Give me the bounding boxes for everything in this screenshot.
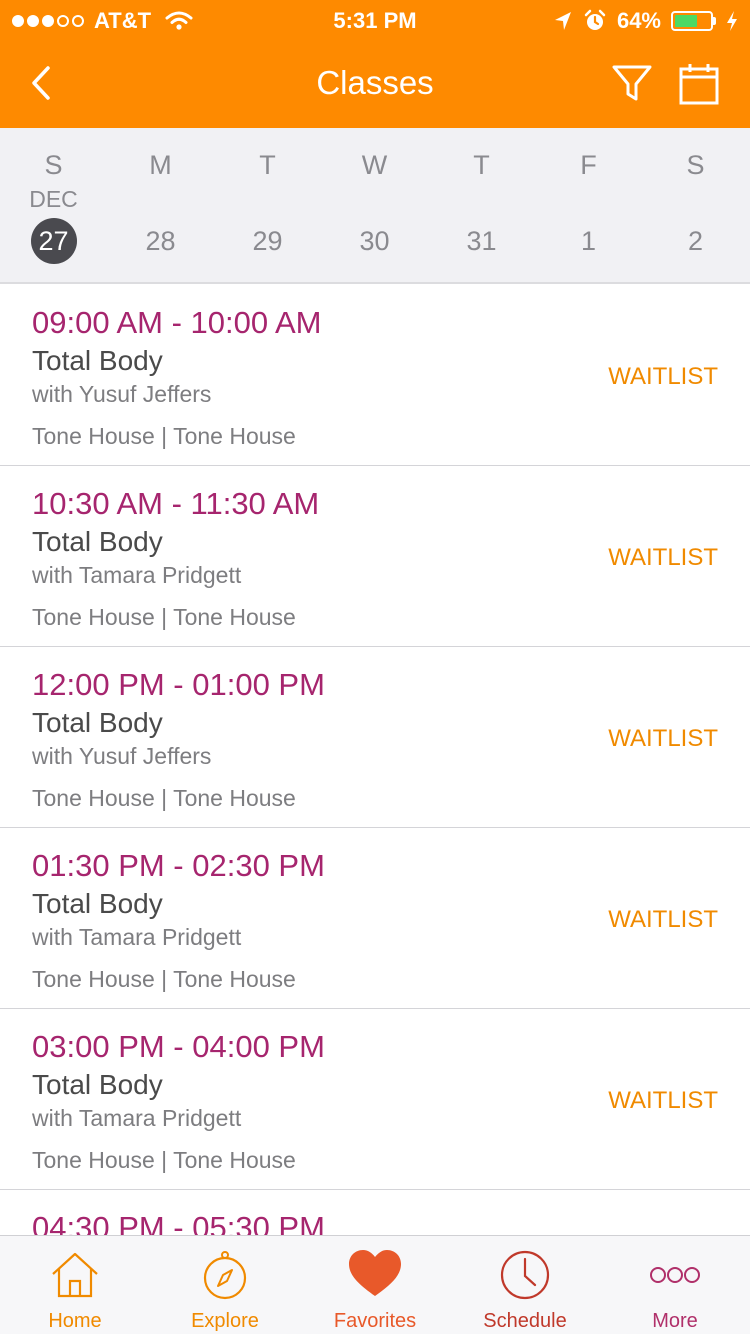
battery-icon <box>671 11 716 31</box>
class-location: Tone House | Tone House <box>32 604 296 630</box>
class-location: Tone House | Tone House <box>32 785 296 811</box>
tab-explore[interactable]: Explore <box>150 1236 300 1334</box>
class-instructor: with Yusuf Jeffers <box>32 743 212 769</box>
class-time: 04:30 PM - 05:30 PM <box>32 1210 325 1235</box>
day-number: 1 <box>580 226 597 256</box>
class-name: Total Body <box>32 526 163 557</box>
class-time: 09:00 AM - 10:00 AM <box>32 305 322 340</box>
day-number: 2 <box>687 226 704 256</box>
day-number: 28 <box>145 226 176 256</box>
class-row[interactable]: 01:30 PM - 02:30 PM Total Body with Tama… <box>0 828 750 1009</box>
class-row[interactable]: 03:00 PM - 04:00 PM Total Body with Tama… <box>0 1009 750 1190</box>
tab-label: Explore <box>191 1310 259 1332</box>
class-location: Tone House | Tone House <box>32 1147 296 1173</box>
class-name: Total Body <box>32 1069 163 1100</box>
filter-icon[interactable] <box>610 62 654 104</box>
app-header: AT&T 5:31 PM 64% Classes <box>0 0 750 128</box>
class-time: 01:30 PM - 02:30 PM <box>32 848 325 883</box>
clock-icon <box>500 1250 550 1300</box>
day-of-week-label: W <box>361 150 388 180</box>
status-right: 64% <box>553 8 738 34</box>
location-arrow-icon <box>554 12 571 30</box>
waitlist-button[interactable]: WAITLIST <box>608 363 718 391</box>
class-time: 12:00 PM - 01:00 PM <box>32 667 325 702</box>
class-name: Total Body <box>32 707 163 738</box>
waitlist-button[interactable]: WAITLIST <box>608 906 718 934</box>
home-icon <box>52 1252 98 1298</box>
status-bar: AT&T 5:31 PM 64% <box>0 0 750 40</box>
class-row-partial[interactable]: 04:30 PM - 05:30 PM <box>0 1190 750 1235</box>
class-row[interactable]: 10:30 AM - 11:30 AM Total Body with Tama… <box>0 466 750 647</box>
tab-more[interactable]: More <box>600 1236 750 1334</box>
class-instructor: with Tamara Pridgett <box>32 924 242 950</box>
day-monday-28[interactable]: M 28 <box>107 128 214 284</box>
class-list: 09:00 AM - 10:00 AM Total Body with Yusu… <box>0 285 750 1235</box>
day-tuesday-29[interactable]: T 29 <box>214 128 321 284</box>
compass-icon <box>203 1251 247 1300</box>
class-row[interactable]: 12:00 PM - 01:00 PM Total Body with Yusu… <box>0 647 750 828</box>
day-of-week-label: S <box>686 150 705 180</box>
day-of-week-label: T <box>259 150 276 180</box>
day-number: 29 <box>252 226 283 256</box>
day-of-week-label: S <box>44 150 63 180</box>
class-instructor: with Tamara Pridgett <box>32 562 242 588</box>
battery-percent: 64% <box>616 8 661 33</box>
day-wednesday-30[interactable]: W 30 <box>321 128 428 284</box>
month-label: DEC <box>29 186 78 212</box>
day-of-week-label: F <box>580 150 597 180</box>
day-of-week-label: T <box>473 150 490 180</box>
day-saturday-2[interactable]: S 2 <box>642 128 749 284</box>
class-name: Total Body <box>32 345 163 376</box>
alarm-clock-icon <box>584 9 606 30</box>
class-time: 10:30 AM - 11:30 AM <box>32 486 320 521</box>
class-location: Tone House | Tone House <box>32 423 296 449</box>
day-thursday-31[interactable]: T 31 <box>428 128 535 284</box>
heart-icon <box>349 1250 401 1296</box>
charging-bolt-icon <box>727 11 737 31</box>
tab-label: Favorites <box>333 1310 417 1332</box>
waitlist-button[interactable]: WAITLIST <box>608 544 718 572</box>
tab-label: More <box>652 1310 698 1332</box>
day-number: 30 <box>359 226 390 256</box>
week-date-picker: S DEC 27 M 28 T 29 W 30 T 31 F 1 S 2 <box>0 128 750 284</box>
tab-home[interactable]: Home <box>0 1236 150 1334</box>
class-location: Tone House | Tone House <box>32 966 296 992</box>
class-instructor: with Yusuf Jeffers <box>32 381 212 407</box>
class-row[interactable]: 09:00 AM - 10:00 AM Total Body with Yusu… <box>0 285 750 466</box>
calendar-icon[interactable] <box>678 62 720 106</box>
tab-label: Schedule <box>483 1310 567 1332</box>
class-instructor: with Tamara Pridgett <box>32 1105 242 1131</box>
day-sunday-27[interactable]: S DEC 27 <box>0 128 107 284</box>
day-number-selected: 27 <box>30 218 77 264</box>
waitlist-button[interactable]: WAITLIST <box>608 725 718 753</box>
day-number: 31 <box>466 226 497 256</box>
class-name: Total Body <box>32 888 163 919</box>
more-icon <box>650 1267 700 1283</box>
day-friday-1[interactable]: F 1 <box>535 128 642 284</box>
waitlist-button[interactable]: WAITLIST <box>608 1087 718 1115</box>
tab-bar: Home Explore Favorites Schedule More <box>0 1235 750 1334</box>
tab-schedule[interactable]: Schedule <box>450 1236 600 1334</box>
day-of-week-label: M <box>149 150 172 180</box>
tab-label: Home <box>48 1310 102 1332</box>
tab-favorites[interactable]: Favorites <box>300 1236 450 1334</box>
class-time: 03:00 PM - 04:00 PM <box>32 1029 325 1064</box>
